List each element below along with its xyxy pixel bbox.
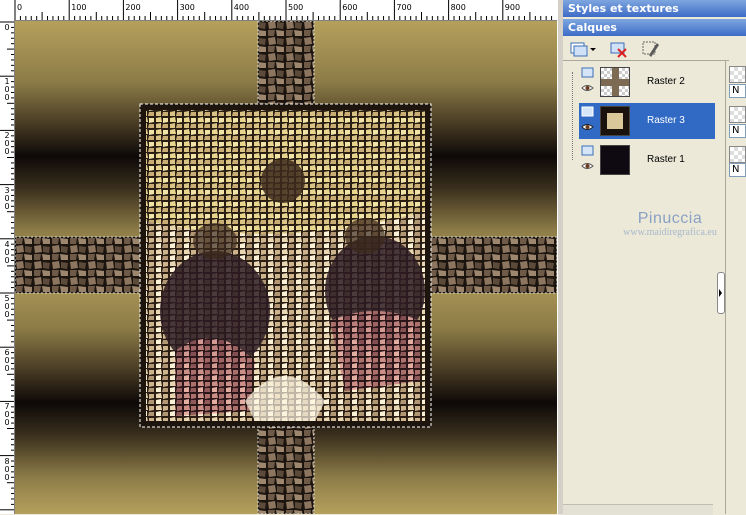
layers-title[interactable]: Calques bbox=[563, 19, 746, 36]
ruler-top-label: 500 bbox=[288, 3, 304, 12]
ruler-top-label: 400 bbox=[233, 3, 250, 12]
ruler-top-label: 0 bbox=[17, 3, 23, 12]
layer-thumbnail bbox=[600, 106, 630, 136]
delete-layer-button[interactable] bbox=[607, 38, 631, 60]
ruler-left-label: 8 0 0 bbox=[4, 456, 10, 482]
layer-thumbnail bbox=[600, 67, 630, 97]
watermark: Pinuccia www.maidiregrafica.eu bbox=[600, 210, 740, 238]
blend-mode-field[interactable]: N bbox=[729, 84, 746, 98]
ruler-top-label: 900 bbox=[504, 3, 521, 12]
layer-thumbnail bbox=[600, 145, 630, 175]
panel-divider bbox=[725, 60, 726, 514]
ruler-top[interactable]: 0 100 200 300 400 500 600 700 800 900 bbox=[0, 0, 558, 21]
watermark-title: Pinuccia bbox=[637, 210, 703, 227]
dropdown-arrow-icon bbox=[590, 48, 596, 51]
ruler-top-label: 100 bbox=[71, 3, 87, 12]
ruler-left-label: 4 0 0 bbox=[4, 239, 10, 265]
ruler-left-label: 1 0 0 bbox=[4, 77, 10, 103]
mask-thumbnail bbox=[729, 106, 746, 123]
ruler-left-label: 6 0 0 bbox=[4, 348, 10, 374]
new-layer-icon bbox=[570, 42, 596, 57]
ruler-top-label: 800 bbox=[450, 3, 466, 12]
layer-properties-icon bbox=[642, 41, 659, 57]
mask-thumbnail bbox=[729, 146, 746, 163]
layer-name: Raster 3 bbox=[647, 115, 685, 126]
styles-textures-title[interactable]: Styles et textures bbox=[563, 0, 746, 17]
ruler-top-label: 700 bbox=[396, 3, 412, 12]
mosaic-cross bbox=[15, 21, 557, 514]
mask-thumbnail bbox=[729, 66, 746, 83]
toolbar-divider bbox=[563, 60, 729, 61]
image-canvas[interactable] bbox=[15, 21, 557, 514]
ruler-left-label: 3 0 0 bbox=[4, 185, 10, 211]
layer-row-raster-3[interactable]: Raster 3 bbox=[579, 103, 715, 139]
raster-layer-icon bbox=[581, 67, 594, 78]
layer-properties-button[interactable] bbox=[639, 38, 663, 60]
blend-mode-field[interactable]: N bbox=[729, 124, 746, 138]
new-layer-button[interactable] bbox=[567, 38, 599, 60]
chevron-right-icon bbox=[719, 289, 722, 297]
blend-mode-field[interactable]: N bbox=[729, 163, 746, 177]
ruler-top-label: 600 bbox=[342, 3, 358, 12]
ruler-top-label: 200 bbox=[125, 3, 141, 12]
layers-scrollbar[interactable] bbox=[563, 504, 713, 515]
eye-icon[interactable] bbox=[581, 162, 594, 170]
ruler-top-label: 300 bbox=[179, 3, 195, 12]
ruler-left-label: 2 0 0 bbox=[4, 131, 10, 157]
eye-icon[interactable] bbox=[581, 123, 594, 131]
layer-row-raster-2[interactable]: Raster 2 bbox=[579, 64, 715, 100]
layer-name: Raster 1 bbox=[647, 154, 685, 165]
panel-splitter[interactable] bbox=[717, 272, 725, 314]
eye-icon[interactable] bbox=[581, 84, 594, 92]
tree-line bbox=[572, 72, 574, 160]
layer-row-raster-1[interactable]: Raster 1 bbox=[579, 142, 715, 178]
ruler-left-label: 0 bbox=[4, 23, 10, 32]
side-panel: Styles et textures Calques Raster 2 Rast… bbox=[563, 0, 746, 515]
watermark-url: www.maidiregrafica.eu bbox=[623, 227, 717, 238]
raster-layer-icon bbox=[581, 145, 594, 156]
ruler-left-label: 5 0 0 bbox=[4, 294, 10, 319]
delete-layer-icon bbox=[610, 42, 627, 58]
raster-layer-icon bbox=[581, 106, 594, 117]
ruler-left[interactable]: 0 1 0 0 2 0 0 3 0 0 4 0 0 5 0 0 6 0 0 7 0 0 8 0 … bbox=[0, 20, 15, 514]
layer-name: Raster 2 bbox=[647, 76, 685, 87]
ruler-left-label: 7 0 0 bbox=[4, 402, 10, 428]
